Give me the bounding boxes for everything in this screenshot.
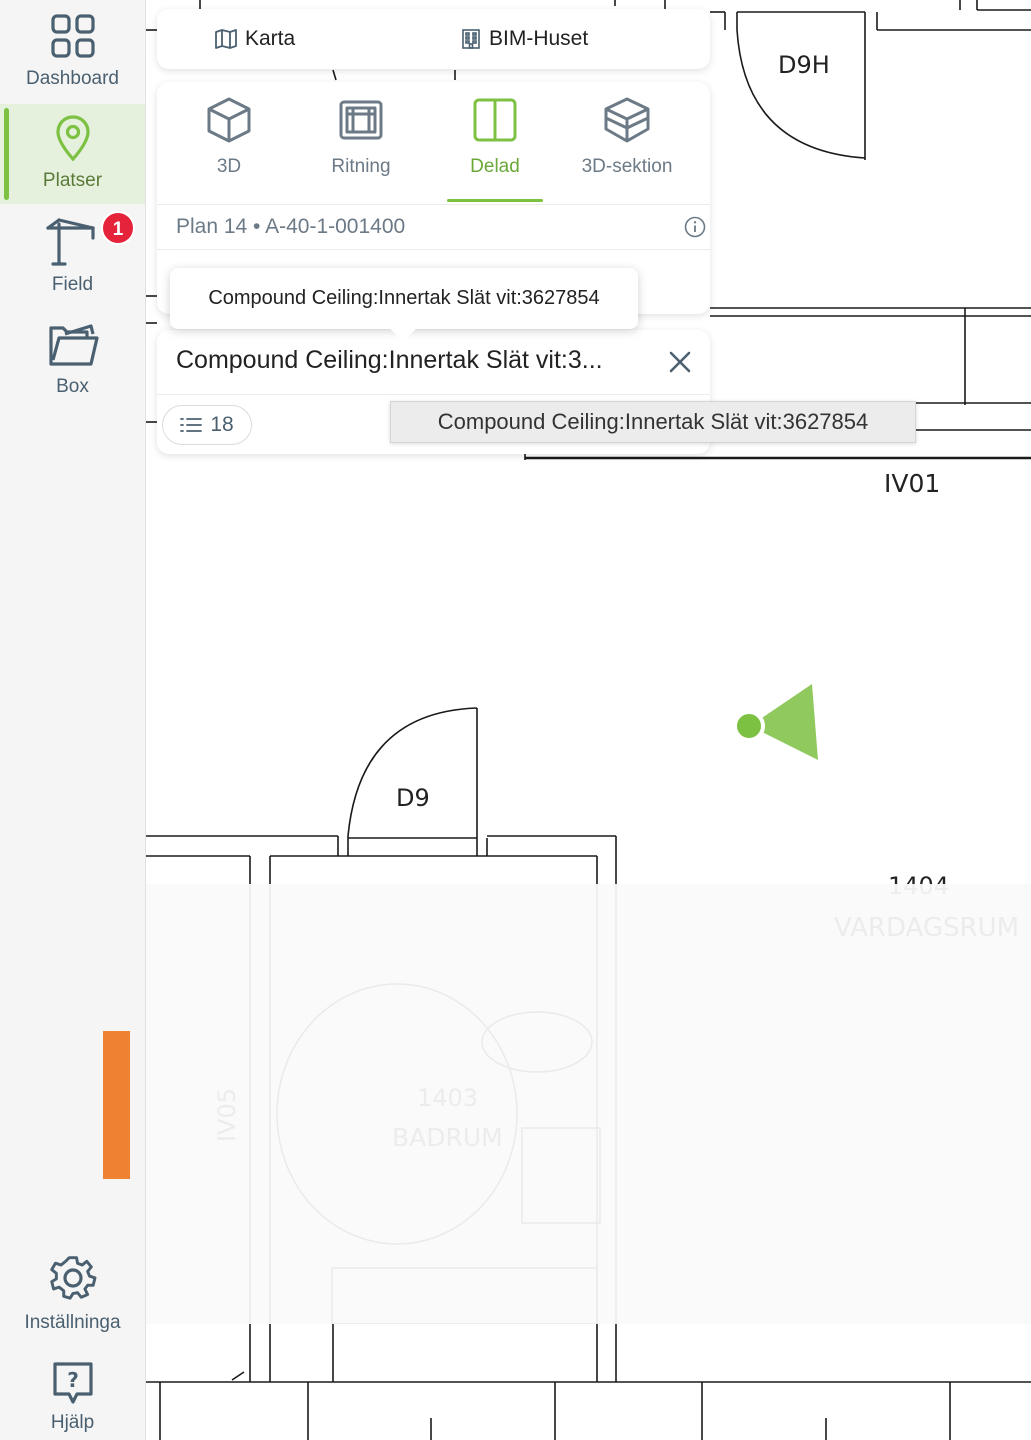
building-icon [462,29,480,49]
cube-icon [207,97,251,143]
hover-tooltip: Compound Ceiling:Innertak Slät vit:36278… [390,401,916,443]
sidebar-item-label: Box [56,376,89,397]
list-icon [180,418,203,432]
view-ritning-button[interactable]: Ritning [301,96,421,178]
plan-label-d9: D9 [396,784,430,812]
bim-huset-button[interactable]: BIM-Huset [461,23,588,55]
view-label: Delad [470,156,520,177]
divider [157,394,710,395]
view-label: Ritning [331,156,391,177]
properties-count: 18 [210,413,234,436]
drawing-icon [339,100,383,140]
active-tab-indicator [447,199,543,202]
plan-label-iv01: IV01 [884,469,940,498]
bim-huset-label: BIM-Huset [489,27,589,50]
faded-plan-overlay: VARDAGSRUM 1403 BADRUM IV05 [117,884,1031,1325]
sidebar-item-label: Field [51,274,94,295]
plan-label-d9h: D9H [778,51,830,79]
view-label: 3D-sektion [581,156,673,177]
properties-count-chip[interactable]: 18 [162,405,252,445]
info-icon[interactable] [684,216,706,238]
svg-text:?: ? [67,1368,79,1392]
gear-icon [49,1256,96,1300]
sidebar: Dashboard Platser Field 1 Box Inställnin… [0,0,146,1440]
karta-label: Karta [245,27,296,50]
sidebar-item-help[interactable]: ? Hjälp [0,1356,145,1440]
sidebar-item-label: Hjälp [50,1412,95,1433]
object-title: Compound Ceiling:Innertak Slät vit:3... [176,346,603,374]
cube-section-icon [604,97,650,143]
view-3d-button[interactable]: 3D [169,96,289,178]
plan-selector[interactable]: Plan 14 • A-40-1-001400 [157,204,710,250]
split-view-icon [473,98,517,142]
plan-label-badrum: BADRUM [392,1123,503,1152]
sidebar-item-dashboard[interactable]: Dashboard [0,10,145,100]
sidebar-item-settings[interactable]: Inställninga [0,1250,145,1340]
view-3d-sektion-button[interactable]: 3D-sektion [567,96,687,178]
close-icon[interactable] [668,350,692,374]
karta-button[interactable]: Karta [215,23,295,55]
view-delad-button[interactable]: Delad [435,96,555,202]
sidebar-item-label: Platser [42,170,103,191]
help-icon: ? [52,1362,93,1404]
location-pin-icon [55,115,90,162]
map-bim-toggle: Karta BIM-Huset [157,9,710,69]
crane-icon [45,218,95,266]
dashboard-icon [50,14,95,58]
plan-label: Plan 14 • A-40-1-001400 [176,215,406,238]
faded-plan-details: VARDAGSRUM 1403 BADRUM IV05 [213,884,1019,1325]
plan-label-vardagsrum: VARDAGSRUM [834,913,1019,943]
sidebar-item-label: Inställninga [24,1312,121,1333]
sidebar-item-platser[interactable]: Platser [0,104,145,204]
view-label: 3D [216,156,242,177]
plan-label-1403: 1403 [417,1084,478,1112]
camera-position-marker[interactable] [733,684,818,760]
tooltip-text: Compound Ceiling:Innertak Slät vit:36278… [208,287,600,309]
tooltip-text: Compound Ceiling:Innertak Slät vit:36278… [437,409,869,434]
orange-tab[interactable] [103,1031,130,1179]
object-tooltip: Compound Ceiling:Innertak Slät vit:36278… [170,268,638,329]
notification-badge: 1 [101,211,135,245]
sidebar-item-box[interactable]: Box [0,318,145,408]
map-icon [215,29,237,49]
plan-label-iv05: IV05 [213,1088,241,1142]
sidebar-item-label: Dashboard [26,68,119,89]
folder-icon [48,324,99,366]
